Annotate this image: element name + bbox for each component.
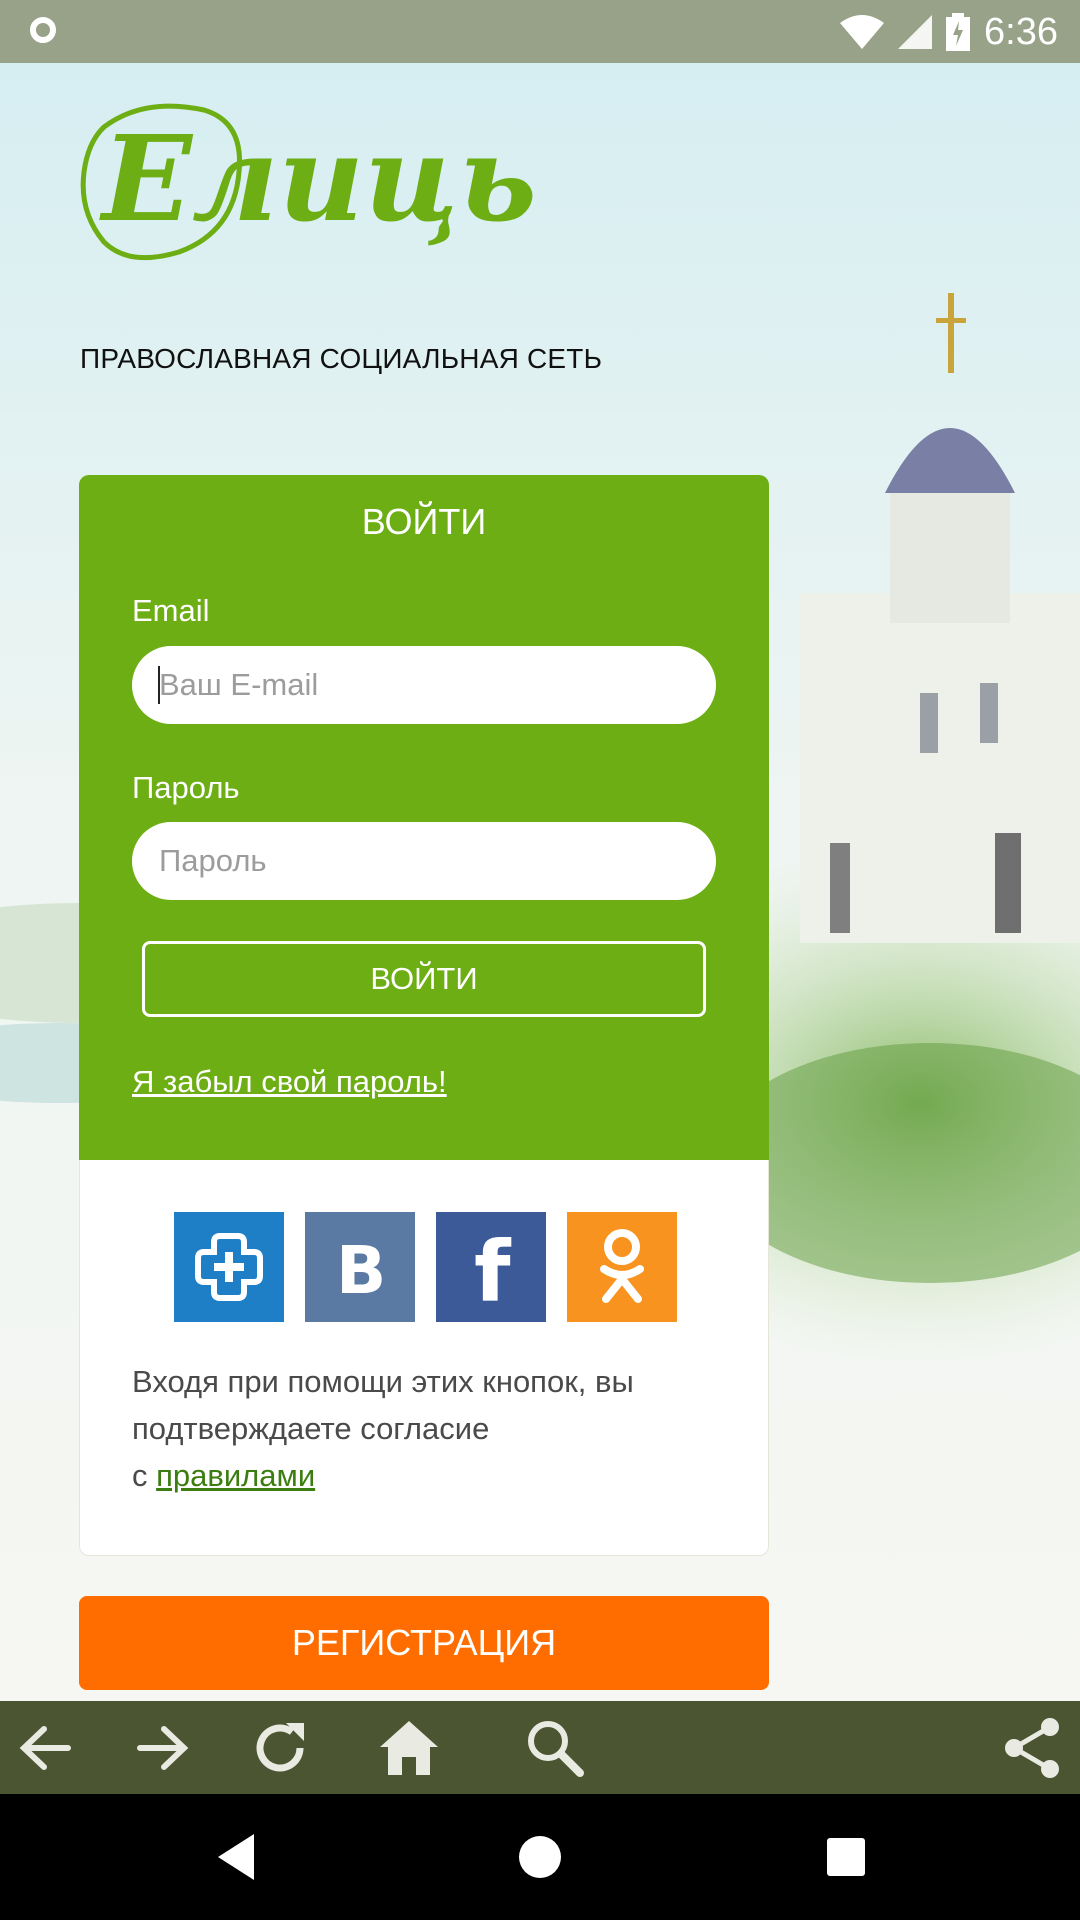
rules-link[interactable]: правилами — [156, 1458, 315, 1493]
email-placeholder: Ваш E-mail — [159, 667, 319, 702]
odnoklassniki-login-button[interactable] — [567, 1212, 677, 1322]
login-form: ВОЙТИ Email Ваш E-mail Пароль Пароль ВОЙ… — [79, 475, 769, 1160]
home-circle-icon[interactable] — [518, 1832, 562, 1882]
password-field[interactable]: Пароль — [132, 822, 716, 900]
back-icon[interactable] — [14, 1717, 76, 1779]
svg-text:f: f — [474, 1227, 512, 1307]
mail-plus-login-button[interactable] — [174, 1212, 284, 1322]
home-icon[interactable] — [378, 1717, 440, 1779]
terms-disclaimer: Входя при помощи этих кнопок, вы подтвер… — [132, 1358, 732, 1499]
status-bar: 6:36 — [0, 0, 1080, 63]
tagline: ПРАВОСЛАВНАЯ СОЦИАЛЬНАЯ СЕТЬ — [80, 343, 603, 374]
social-login-panel: B f Входя при помощи этих кнопок, вы под… — [79, 1160, 769, 1556]
forward-icon[interactable] — [132, 1717, 194, 1779]
disclaimer-text: Входя при помощи этих кнопок, вы подтвер… — [132, 1364, 634, 1446]
recents-square-icon[interactable] — [824, 1832, 868, 1882]
share-icon[interactable] — [1002, 1717, 1064, 1779]
password-label: Пароль — [132, 770, 240, 805]
email-label: Email — [132, 593, 210, 628]
odnoklassniki-icon — [600, 1229, 644, 1303]
app-logo: Елицы — [74, 92, 579, 272]
facebook-login-button[interactable]: f — [436, 1212, 546, 1322]
signal-icon — [898, 15, 933, 49]
password-placeholder: Пароль — [159, 843, 267, 878]
notification-circle-icon — [30, 17, 56, 43]
facebook-icon: f — [474, 1227, 512, 1307]
email-field[interactable]: Ваш E-mail — [132, 646, 716, 724]
wifi-icon — [840, 15, 885, 49]
system-nav-bar — [0, 1794, 1080, 1920]
login-title: ВОЙТИ — [361, 501, 487, 542]
mail-plus-icon — [195, 1233, 263, 1301]
browser-toolbar — [0, 1701, 1080, 1794]
register-button[interactable]: РЕГИСТРАЦИЯ — [79, 1596, 769, 1690]
text-caret — [158, 666, 160, 704]
vk-icon: B — [336, 1235, 386, 1299]
search-icon[interactable] — [524, 1717, 586, 1779]
login-button[interactable]: ВОЙТИ — [142, 941, 706, 1017]
reload-icon[interactable] — [250, 1717, 312, 1779]
forgot-password-link[interactable]: Я забыл свой пароль! — [132, 1064, 447, 1100]
back-triangle-icon[interactable] — [214, 1832, 258, 1882]
svg-text:Елицы: Елицы — [99, 109, 534, 248]
battery-icon — [946, 13, 971, 51]
clock-time: 6:36 — [984, 10, 1058, 53]
vk-login-button[interactable]: B — [305, 1212, 415, 1322]
svg-text:B: B — [336, 1235, 386, 1299]
disclaimer-preposition: с — [132, 1458, 148, 1493]
